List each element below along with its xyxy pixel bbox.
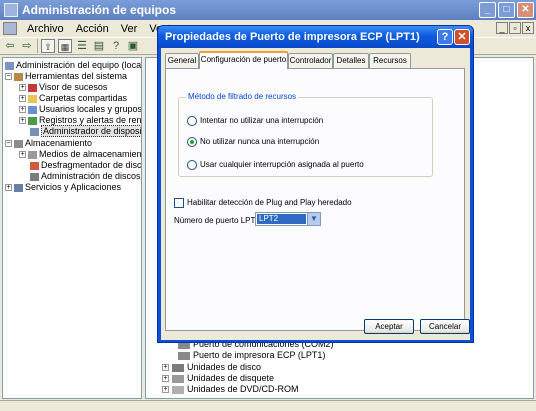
- tree-item-herramientas[interactable]: − Herramientas del sistema: [5, 71, 127, 82]
- filter-method-group: Método de filtrado de recursos Intentar …: [178, 92, 433, 177]
- child-restore-button[interactable]: ▫: [509, 22, 521, 34]
- tree-item-carpetas[interactable]: + Carpetas compartidas: [19, 93, 127, 104]
- computer-icon: [5, 61, 14, 70]
- radio-button-selected[interactable]: [187, 136, 197, 147]
- tab-general[interactable]: General: [165, 53, 199, 68]
- minimize-button[interactable]: _: [479, 2, 496, 18]
- expand-icon[interactable]: +: [19, 95, 26, 103]
- expand-icon[interactable]: +: [162, 386, 169, 394]
- shared-folder-icon: [28, 94, 37, 103]
- ok-button[interactable]: Aceptar: [364, 319, 414, 334]
- tab-panel-configuracion: Método de filtrado de recursos Intentar …: [165, 68, 465, 331]
- expand-icon[interactable]: +: [19, 106, 26, 114]
- performance-logs-icon: [28, 116, 37, 125]
- plug-and-play-checkbox[interactable]: Habilitar detección de Plug and Play her…: [174, 197, 352, 208]
- expand-icon[interactable]: +: [19, 151, 26, 159]
- cdrom-drive-icon: [172, 385, 184, 394]
- menu-archivo[interactable]: Archivo: [21, 23, 70, 35]
- expand-icon[interactable]: +: [5, 184, 12, 192]
- toolbar-separator: [37, 39, 38, 53]
- back-icon[interactable]: ⇦: [3, 39, 17, 53]
- dialog-help-button[interactable]: ?: [437, 29, 453, 45]
- expand-icon[interactable]: +: [19, 117, 26, 125]
- radio-button[interactable]: [187, 115, 197, 126]
- main-window-titlebar[interactable]: Administración de equipos _ □ ✕: [0, 0, 536, 20]
- dialog-close-button[interactable]: ✕: [454, 29, 470, 45]
- tree-root[interactable]: Administración del equipo (local): [5, 60, 141, 71]
- tree-item-medios[interactable]: +Medios de almacenamiento e: [19, 149, 141, 160]
- device-item-lpt1[interactable]: Puerto de impresora ECP (LPT1): [178, 350, 325, 361]
- printer-port-icon: [178, 351, 190, 360]
- lpt-port-label: Número de puerto LPT:: [174, 216, 257, 225]
- console-tree[interactable]: Administración del equipo (local) − Herra…: [2, 57, 142, 399]
- maximize-button[interactable]: □: [498, 2, 515, 18]
- defrag-icon: [30, 161, 39, 170]
- show-tree-icon[interactable]: ▦: [58, 39, 72, 53]
- event-viewer-icon: [28, 83, 37, 92]
- disk-drive-icon: [172, 363, 184, 372]
- child-close-button[interactable]: x: [522, 22, 534, 34]
- tree-item-administrador[interactable]: Administrador de dispositivos: [30, 125, 141, 137]
- tab-detalles[interactable]: Detalles: [333, 53, 369, 68]
- tree-item-discos[interactable]: Administración de discos: [30, 171, 141, 182]
- lpt-port-select[interactable]: LPT2 ▼: [255, 212, 321, 226]
- close-window-button[interactable]: ✕: [517, 2, 534, 18]
- main-window-title: Administración de equipos: [22, 3, 177, 17]
- computer-management-icon: [4, 3, 18, 17]
- forward-icon[interactable]: ⇨: [20, 39, 34, 53]
- radio-intentar-no-usar[interactable]: Intentar no utilizar una interrupción: [187, 115, 323, 127]
- dialog-titlebar[interactable]: Propiedades de Puerto de impresora ECP (…: [158, 26, 473, 48]
- status-bar: [0, 400, 536, 411]
- dialog-title: Propiedades de Puerto de impresora ECP (…: [165, 31, 420, 43]
- lpt-port-value: LPT2: [257, 214, 306, 224]
- radio-no-usar-nunca[interactable]: No utilizar nunca una interrupción: [187, 136, 319, 148]
- menu-accion[interactable]: Acción: [70, 23, 115, 35]
- disk-management-icon: [30, 172, 39, 181]
- device-item-discos[interactable]: + Unidades de disco: [162, 362, 261, 373]
- device-item-disquete[interactable]: + Unidades de disquete: [162, 373, 274, 384]
- floppy-drive-icon: [172, 374, 184, 383]
- up-folder-icon[interactable]: ⇧: [41, 39, 55, 53]
- properties-icon[interactable]: ☰: [75, 39, 89, 53]
- tab-controlador[interactable]: Controlador: [288, 53, 333, 68]
- checkbox-box[interactable]: [174, 197, 184, 208]
- tree-item-desfragmentador[interactable]: Desfragmentador de disco: [30, 160, 141, 171]
- device-item-dvd[interactable]: + Unidades de DVD/CD-ROM: [162, 384, 299, 395]
- removable-storage-icon: [28, 150, 37, 159]
- users-icon: [28, 105, 37, 114]
- tools-icon: [14, 72, 23, 81]
- expand-icon[interactable]: +: [19, 84, 26, 92]
- device-manager-icon: [30, 127, 39, 136]
- expand-icon[interactable]: +: [162, 375, 169, 383]
- properties-dialog: Propiedades de Puerto de impresora ECP (…: [157, 25, 474, 343]
- services-icon: [14, 183, 23, 192]
- chevron-down-icon[interactable]: ▼: [307, 213, 320, 225]
- cancel-button[interactable]: Cancelar: [420, 319, 470, 334]
- group-title: Método de filtrado de recursos: [186, 92, 299, 101]
- collapse-icon[interactable]: −: [5, 73, 12, 81]
- radio-button[interactable]: [187, 159, 197, 170]
- expand-icon[interactable]: +: [162, 364, 169, 372]
- menu-ver[interactable]: Ver: [115, 23, 144, 35]
- tree-item-servicios[interactable]: + Servicios y Aplicaciones: [5, 182, 121, 193]
- dialog-body: General Configuración de puerto Controla…: [161, 48, 470, 340]
- tree-item-almacenamiento[interactable]: − Almacenamiento: [5, 138, 92, 149]
- help-icon[interactable]: ?: [109, 39, 123, 53]
- window-controls: _ □ ✕: [479, 2, 534, 18]
- tree-item-visor[interactable]: + Visor de sucesos: [19, 82, 107, 93]
- child-window-controls: _ ▫ x: [496, 22, 534, 34]
- storage-icon: [14, 139, 23, 148]
- tab-recursos[interactable]: Recursos: [369, 53, 411, 68]
- radio-usar-cualquiera[interactable]: Usar cualquier interrupción asignada al …: [187, 159, 364, 171]
- child-minimize-button[interactable]: _: [496, 22, 508, 34]
- view-icon[interactable]: ▣: [126, 39, 140, 53]
- tab-configuracion-puerto[interactable]: Configuración de puerto: [199, 51, 288, 69]
- tree-item-usuarios[interactable]: + Usuarios locales y grupos: [19, 104, 141, 115]
- print-icon[interactable]: ▤: [92, 39, 106, 53]
- system-menu-icon[interactable]: [3, 22, 17, 35]
- collapse-icon[interactable]: −: [5, 140, 12, 148]
